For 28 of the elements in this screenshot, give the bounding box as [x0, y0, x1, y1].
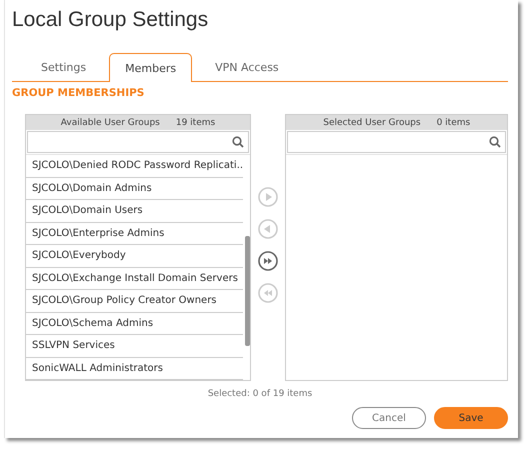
- list-item[interactable]: SJCOLO\Domain Users: [26, 200, 243, 222]
- window-title: Local Group Settings: [12, 8, 210, 33]
- cancel-button[interactable]: Cancel: [352, 407, 426, 429]
- tab[interactable]: Settings: [21, 53, 106, 81]
- list-item[interactable]: SJCOLO\Denied RODC Password Replicati...: [26, 155, 243, 178]
- search-field[interactable]: [27, 131, 249, 153]
- search-field[interactable]: [287, 131, 506, 153]
- item-count: 0 items: [436, 118, 470, 128]
- search-icon: [489, 136, 501, 148]
- item-count: 19 items: [176, 118, 216, 128]
- list-item[interactable]: SSLVPN Services: [26, 335, 243, 358]
- list-title: Available User Groups: [60, 118, 160, 128]
- save-button[interactable]: Save: [434, 407, 508, 429]
- list-item[interactable]: SJCOLO\Exchange Install Domain Servers: [26, 268, 243, 290]
- list-item[interactable]: SJCOLO\Schema Admins: [26, 312, 243, 335]
- list-title: Selected User Groups: [323, 118, 421, 128]
- selection-status: Selected: 0 of 19 items: [206, 389, 314, 399]
- list-item[interactable]: SonicWALL Administrators: [26, 358, 243, 380]
- list-item[interactable]: SJCOLO\Enterprise Admins: [26, 222, 243, 245]
- list-item[interactable]: SJCOLO\Domain Admins: [26, 178, 243, 200]
- list-item[interactable]: SJCOLO\Everybody: [26, 245, 243, 268]
- tab[interactable]: Members: [109, 53, 192, 82]
- list-item[interactable]: SJCOLO\Group Policy Creator Owners: [26, 290, 243, 312]
- search-icon: [232, 136, 244, 148]
- scrollbar-thumb[interactable]: [245, 236, 250, 346]
- tab[interactable]: VPN Access: [195, 53, 299, 81]
- fast-forward-button[interactable]: [257, 250, 280, 272]
- section-heading: GROUP MEMBERSHIPS: [12, 87, 146, 99]
